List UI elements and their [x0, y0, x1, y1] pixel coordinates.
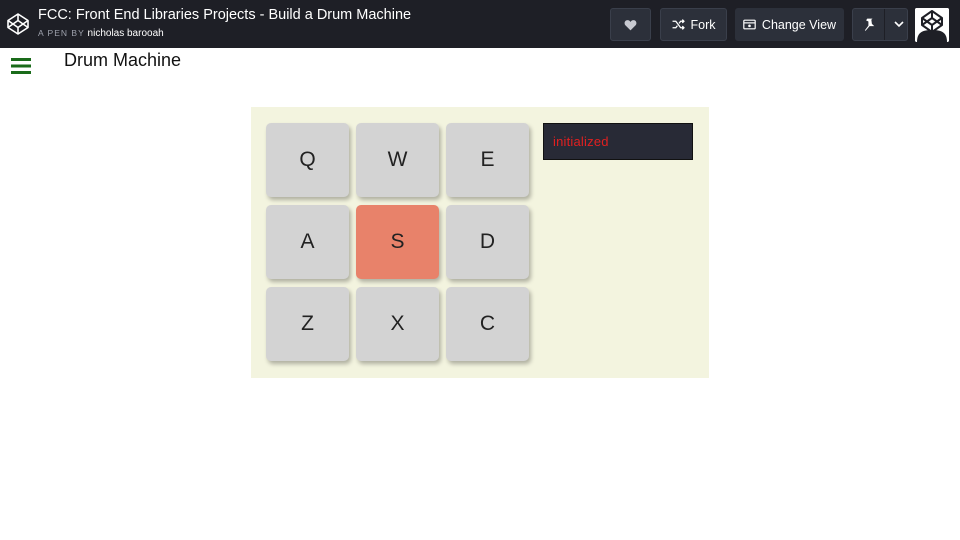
fork-icon [672, 19, 685, 30]
chevron-down-icon [894, 21, 904, 28]
hamburger-menu-icon[interactable] [10, 57, 32, 75]
pin-icon [864, 18, 874, 31]
user-avatar[interactable] [915, 8, 949, 42]
drum-pad-z[interactable]: Z [266, 287, 349, 361]
change-view-label: Change View [761, 17, 837, 32]
drum-pad-s[interactable]: S [356, 205, 439, 279]
codepen-logo-icon[interactable] [6, 12, 30, 36]
avatar-image [915, 8, 949, 42]
drum-pad-e[interactable]: E [446, 123, 529, 197]
page-title: Drum Machine [64, 50, 182, 70]
pin-button-group [852, 8, 908, 41]
drum-pad-a[interactable]: A [266, 205, 349, 279]
drum-pad-d[interactable]: D [446, 205, 529, 279]
change-view-icon [743, 19, 756, 30]
byline-prefix: A PEN BY [38, 28, 85, 38]
heart-icon [624, 19, 637, 30]
pen-title[interactable]: FCC: Front End Libraries Projects - Buil… [38, 7, 411, 23]
author-link[interactable]: nicholas barooah [88, 28, 164, 39]
top-bar: FCC: Front End Libraries Projects - Buil… [0, 0, 960, 48]
drum-machine: Q W E A S D Z X C initialized [251, 107, 709, 378]
drum-pad-q[interactable]: Q [266, 123, 349, 197]
drum-pad-x[interactable]: X [356, 287, 439, 361]
pin-button[interactable] [853, 9, 886, 40]
drum-pad-c[interactable]: C [446, 287, 529, 361]
drum-pad-w[interactable]: W [356, 123, 439, 197]
change-view-button[interactable]: Change View [735, 8, 844, 41]
pen-byline: A PEN BY nicholas barooah [38, 28, 164, 39]
fork-label: Fork [690, 17, 716, 32]
display-screen: initialized [543, 123, 693, 160]
pin-options-button[interactable] [891, 9, 907, 40]
fork-button[interactable]: Fork [660, 8, 727, 41]
heart-button[interactable] [610, 8, 651, 41]
